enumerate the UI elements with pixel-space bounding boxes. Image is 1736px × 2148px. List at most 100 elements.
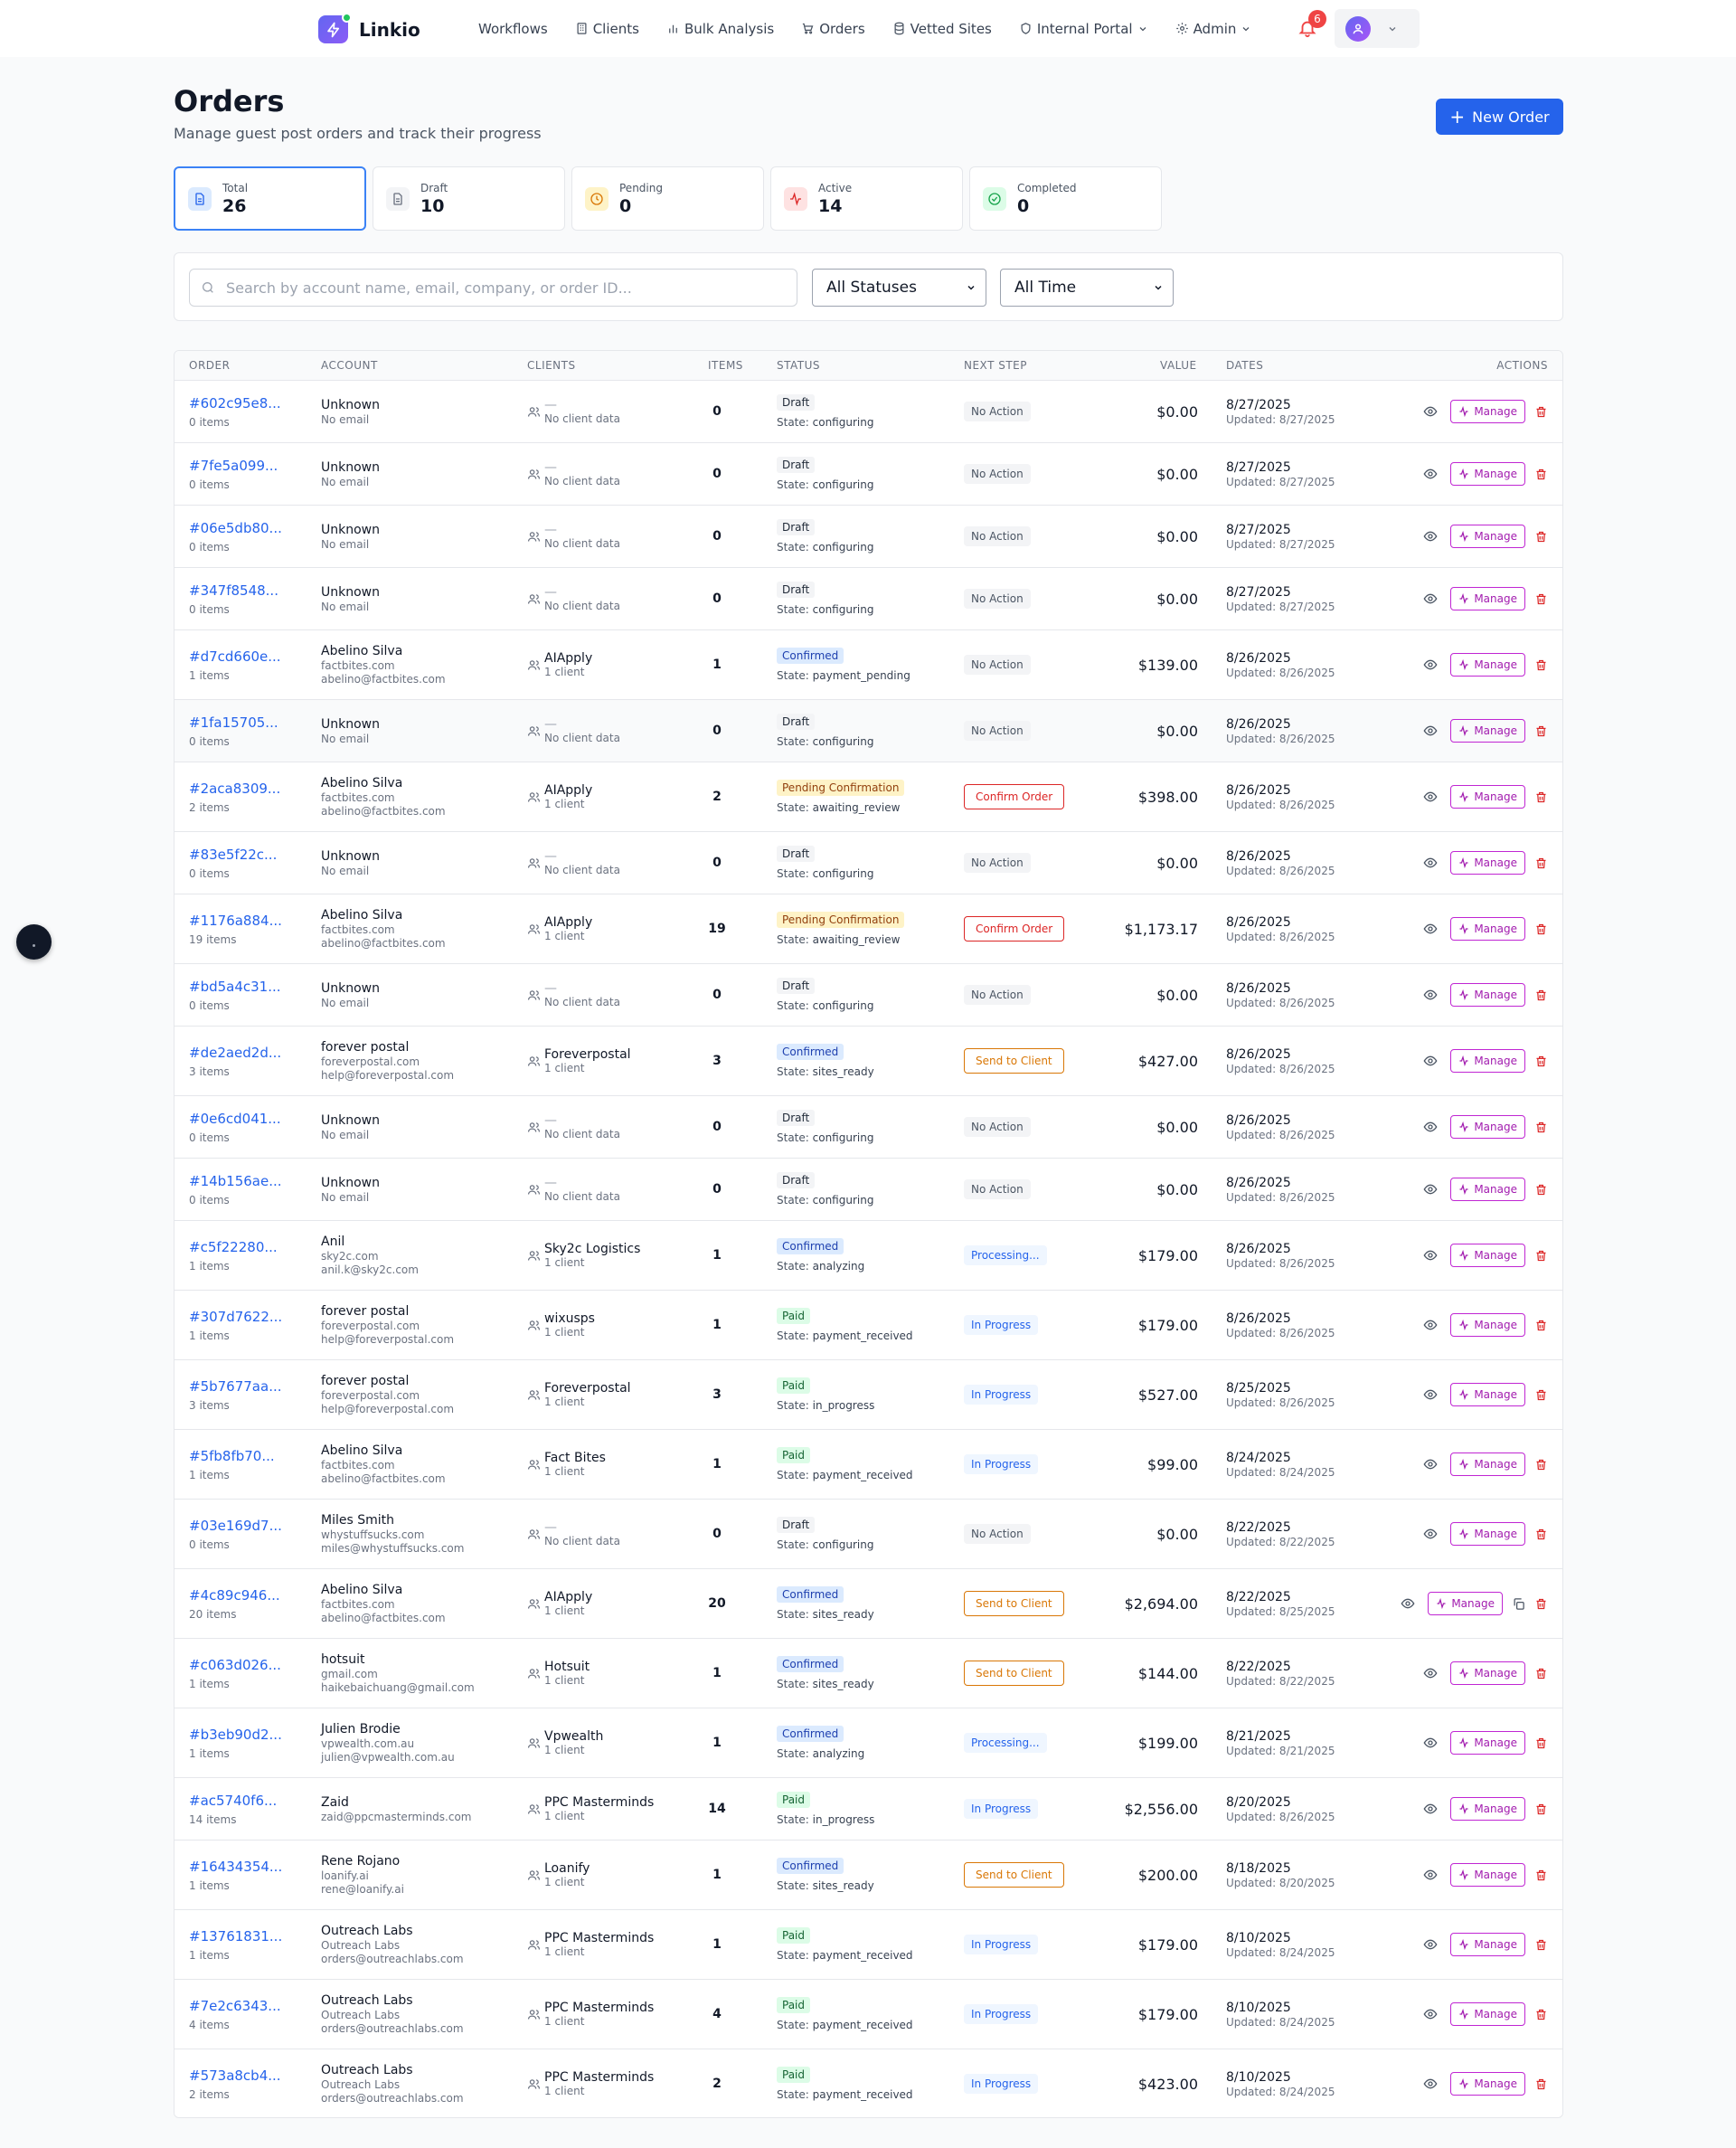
next-step-button[interactable]: Send to Client: [964, 1591, 1064, 1616]
trash-icon[interactable]: [1534, 1803, 1548, 1816]
table-row[interactable]: #347f8548... 0 items Unknown No email — No cl…: [175, 568, 1562, 630]
eye-icon[interactable]: [1423, 1666, 1438, 1680]
order-id-link[interactable]: #d7cd660e...: [189, 648, 307, 665]
eye-icon[interactable]: [1423, 1736, 1438, 1750]
table-row[interactable]: #5fb8fb70... 1 items Abelino Silva factbite…: [175, 1430, 1562, 1500]
trash-icon[interactable]: [1534, 658, 1548, 672]
trash-icon[interactable]: [1534, 1249, 1548, 1263]
table-row[interactable]: #2aca8309... 2 items Abelino Silva factbite…: [175, 762, 1562, 832]
manage-button[interactable]: Manage: [1450, 2002, 1525, 2026]
manage-button[interactable]: Manage: [1450, 1933, 1525, 1956]
manage-button[interactable]: Manage: [1450, 653, 1525, 677]
eye-icon[interactable]: [1423, 404, 1438, 419]
order-id-link[interactable]: #347f8548...: [189, 582, 307, 599]
manage-button[interactable]: Manage: [1450, 1453, 1525, 1476]
eye-icon[interactable]: [1423, 856, 1438, 870]
order-id-link[interactable]: #307d7622...: [189, 1309, 307, 1325]
eye-icon[interactable]: [1423, 1802, 1438, 1816]
trash-icon[interactable]: [1534, 1055, 1548, 1068]
stat-card-active[interactable]: Active 14: [770, 166, 963, 231]
stat-card-draft[interactable]: Draft 10: [373, 166, 565, 231]
order-id-link[interactable]: #7e2c6343...: [189, 1998, 307, 2014]
next-step-button[interactable]: Confirm Order: [964, 784, 1065, 809]
order-id-link[interactable]: #13761831...: [189, 1928, 307, 1945]
manage-button[interactable]: Manage: [1450, 785, 1525, 809]
table-row[interactable]: #d7cd660e... 1 items Abelino Silva factbite…: [175, 630, 1562, 700]
manage-button[interactable]: Manage: [1450, 587, 1525, 610]
order-id-link[interactable]: #2aca8309...: [189, 781, 307, 797]
manage-button[interactable]: Manage: [1450, 2072, 1525, 2096]
manage-button[interactable]: Manage: [1450, 917, 1525, 941]
nav-item-vetted-sites[interactable]: Vetted Sites: [892, 21, 992, 37]
eye-icon[interactable]: [1423, 988, 1438, 1002]
manage-button[interactable]: Manage: [1450, 1797, 1525, 1821]
eye-icon[interactable]: [1423, 591, 1438, 606]
trash-icon[interactable]: [1534, 468, 1548, 481]
next-step-button[interactable]: Send to Client: [964, 1661, 1064, 1686]
order-id-link[interactable]: #0e6cd041...: [189, 1111, 307, 1127]
manage-button[interactable]: Manage: [1450, 1383, 1525, 1406]
user-menu-button[interactable]: [1335, 9, 1420, 48]
stat-card-total[interactable]: Total 26: [174, 166, 366, 231]
trash-icon[interactable]: [1534, 1121, 1548, 1134]
manage-button[interactable]: Manage: [1450, 1313, 1525, 1337]
eye-icon[interactable]: [1423, 529, 1438, 544]
trash-icon[interactable]: [1534, 1528, 1548, 1541]
eye-icon[interactable]: [1423, 1054, 1438, 1068]
table-row[interactable]: #14b156ae... 0 items Unknown No email — No cl…: [175, 1159, 1562, 1221]
order-id-link[interactable]: #bd5a4c31...: [189, 979, 307, 995]
trash-icon[interactable]: [1534, 724, 1548, 738]
search-input[interactable]: Search by account name, email, company, …: [189, 269, 797, 307]
order-id-link[interactable]: #b3eb90d2...: [189, 1727, 307, 1743]
new-order-button[interactable]: + New Order: [1436, 99, 1563, 135]
order-id-link[interactable]: #5b7677aa...: [189, 1378, 307, 1395]
manage-button[interactable]: Manage: [1450, 1731, 1525, 1755]
table-row[interactable]: #c5f22280... 1 items Anil sky2c.com anil.k@s…: [175, 1221, 1562, 1291]
eye-icon[interactable]: [1423, 1937, 1438, 1952]
table-row[interactable]: #06e5db80... 0 items Unknown No email — No cl…: [175, 506, 1562, 568]
table-row[interactable]: #602c95e8... 0 items Unknown No email — No cl…: [175, 381, 1562, 443]
table-row[interactable]: #de2aed2d... 3 items forever postal forever…: [175, 1027, 1562, 1096]
eye-icon[interactable]: [1423, 724, 1438, 738]
eye-icon[interactable]: [1423, 2077, 1438, 2091]
table-row[interactable]: #03e169d7... 0 items Miles Smith whystuffsu…: [175, 1500, 1562, 1569]
eye-icon[interactable]: [1423, 790, 1438, 804]
stat-card-completed[interactable]: Completed 0: [969, 166, 1162, 231]
eye-icon[interactable]: [1423, 1318, 1438, 1332]
nav-item-admin[interactable]: Admin: [1175, 21, 1252, 37]
manage-button[interactable]: Manage: [1450, 1049, 1525, 1073]
order-id-link[interactable]: #14b156ae...: [189, 1173, 307, 1189]
table-row[interactable]: #bd5a4c31... 0 items Unknown No email — No cl…: [175, 964, 1562, 1027]
trash-icon[interactable]: [1534, 1736, 1548, 1750]
eye-icon[interactable]: [1423, 1120, 1438, 1134]
eye-icon[interactable]: [1423, 658, 1438, 672]
order-id-link[interactable]: #c5f22280...: [189, 1239, 307, 1255]
status-select[interactable]: All Statuses: [812, 269, 986, 307]
trash-icon[interactable]: [1534, 1388, 1548, 1402]
table-row[interactable]: #83e5f22c... 0 items Unknown No email — No cl…: [175, 832, 1562, 894]
order-id-link[interactable]: #602c95e8...: [189, 395, 307, 412]
trash-icon[interactable]: [1534, 1597, 1548, 1611]
order-id-link[interactable]: #5fb8fb70...: [189, 1448, 307, 1464]
trash-icon[interactable]: [1534, 1458, 1548, 1471]
time-select[interactable]: All Time: [1000, 269, 1174, 307]
table-row[interactable]: #b3eb90d2... 1 items Julien Brodie vpwealth…: [175, 1708, 1562, 1778]
nav-item-internal-portal[interactable]: Internal Portal: [1019, 21, 1148, 37]
manage-button[interactable]: Manage: [1450, 400, 1525, 423]
order-id-link[interactable]: #573a8cb4...: [189, 2068, 307, 2084]
table-row[interactable]: #5b7677aa... 3 items forever postal forever…: [175, 1360, 1562, 1430]
trash-icon[interactable]: [1534, 856, 1548, 870]
eye-icon[interactable]: [1423, 1527, 1438, 1541]
manage-button[interactable]: Manage: [1428, 1592, 1503, 1615]
trash-icon[interactable]: [1534, 2077, 1548, 2091]
manage-button[interactable]: Manage: [1450, 1244, 1525, 1267]
order-id-link[interactable]: #16434354...: [189, 1859, 307, 1875]
manage-button[interactable]: Manage: [1450, 1661, 1525, 1685]
trash-icon[interactable]: [1534, 989, 1548, 1002]
manage-button[interactable]: Manage: [1450, 1178, 1525, 1201]
eye-icon[interactable]: [1423, 1248, 1438, 1263]
order-id-link[interactable]: #ac5740f6...: [189, 1793, 307, 1809]
next-step-button[interactable]: Send to Client: [964, 1862, 1064, 1888]
trash-icon[interactable]: [1534, 1667, 1548, 1680]
table-row[interactable]: #16434354... 1 items Rene Rojano loanify.ai…: [175, 1840, 1562, 1910]
